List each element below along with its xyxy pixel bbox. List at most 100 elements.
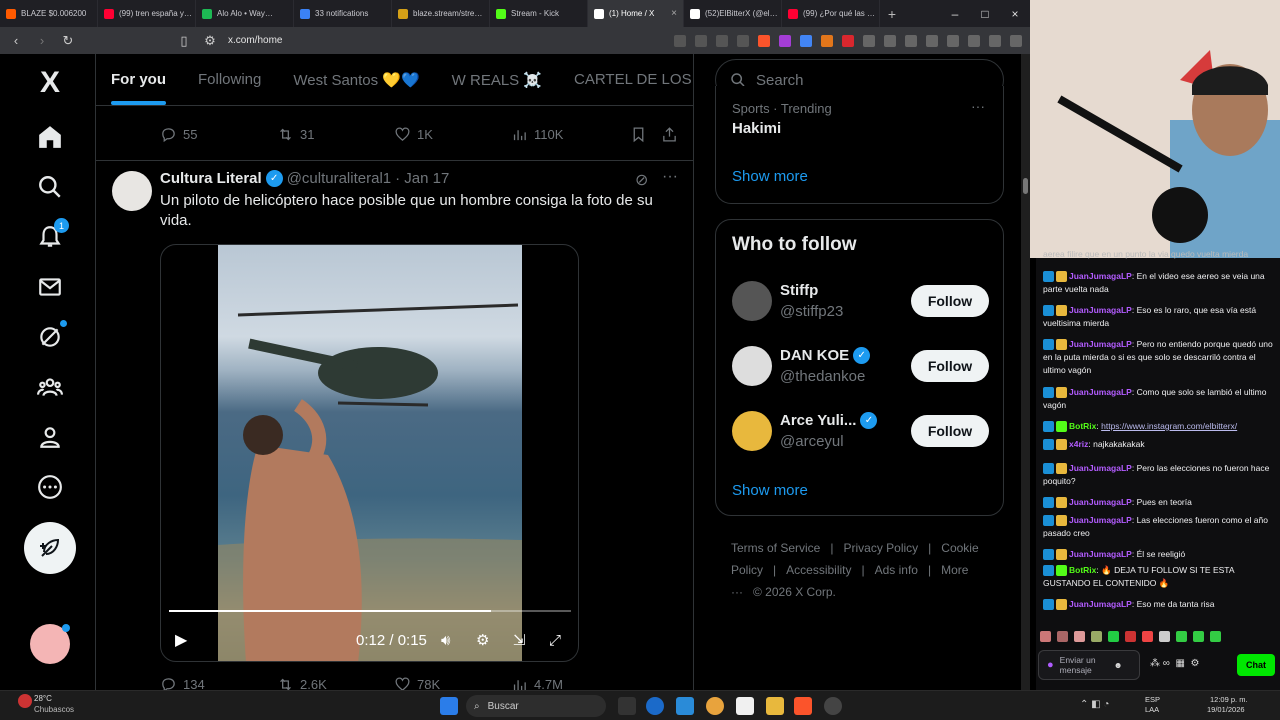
trend-more-icon[interactable]: ··· — [971, 98, 985, 114]
suggestion-name[interactable]: Arce Yuli... — [780, 412, 856, 429]
follow-button[interactable]: Follow — [911, 415, 989, 447]
close-window-button[interactable]: × — [1000, 7, 1030, 21]
home-icon[interactable] — [33, 120, 67, 154]
tab-close-icon[interactable]: × — [671, 8, 677, 19]
chat-username[interactable]: JuanJumagaLP — [1069, 339, 1132, 349]
back-icon[interactable]: ‹ — [8, 33, 24, 48]
messages-envelope-icon[interactable] — [33, 270, 67, 304]
new-tab-button[interactable]: + — [880, 6, 904, 22]
footer-link[interactable]: Privacy Policy — [843, 541, 918, 555]
chat-username[interactable]: BotRix — [1069, 565, 1096, 575]
task-view-icon[interactable] — [618, 697, 636, 715]
volume-icon[interactable]: 🔊︎ — [441, 632, 450, 649]
trend-title[interactable]: Hakimi — [732, 120, 781, 137]
tweet-card[interactable] — [96, 160, 693, 161]
keyboard-lang[interactable]: ESP — [1145, 695, 1160, 704]
browser-tab[interactable]: (99) tren españa y… — [98, 0, 196, 27]
emote-icon[interactable] — [1108, 631, 1119, 642]
browser-tab[interactable]: (1) Home / X × — [588, 0, 684, 27]
bookmark-icon[interactable] — [630, 126, 647, 143]
clock-time[interactable]: 12:09 p. m. — [1210, 695, 1248, 704]
sidebar-icon[interactable] — [926, 34, 938, 47]
translate-ext-icon[interactable] — [800, 34, 812, 47]
taskbar-search[interactable]: ⌕ Buscar — [466, 695, 606, 717]
share-icon[interactable] — [661, 126, 678, 143]
brave-rewards-icon[interactable] — [779, 34, 791, 47]
grok-icon[interactable] — [33, 320, 67, 354]
emoji-icon[interactable]: ☻ — [1114, 660, 1123, 670]
vpn-icon[interactable] — [989, 34, 1001, 47]
show-more-follow-link[interactable]: Show more — [732, 482, 808, 499]
emote-icon[interactable] — [1057, 631, 1068, 642]
browser-tab[interactable]: BLAZE $0.006200 — [0, 0, 98, 27]
translate-icon[interactable] — [674, 34, 686, 47]
cast-icon[interactable] — [716, 34, 728, 47]
tweet-video-player[interactable]: ▶ 0:12 / 0:15 🔊︎ ⚙ ⇲ ⤢ — [160, 244, 579, 662]
chat-username[interactable]: JuanJumagaLP — [1069, 549, 1132, 559]
start-windows-icon[interactable] — [440, 697, 458, 715]
timeline-tab[interactable]: Following — [198, 71, 261, 88]
suggestion-avatar[interactable] — [732, 281, 772, 321]
show-more-trends-link[interactable]: Show more — [732, 168, 808, 185]
zoom-icon[interactable] — [695, 34, 707, 47]
store-icon[interactable] — [676, 697, 694, 715]
repost-button[interactable]: 31 — [277, 126, 394, 143]
chat-message-input[interactable]: ● Enviar un mensaje ☻ — [1038, 650, 1140, 680]
file-explorer-icon[interactable] — [766, 697, 784, 715]
emote-icon[interactable] — [1176, 631, 1187, 642]
footer-link[interactable]: Terms of Service — [731, 541, 820, 555]
emote-icon[interactable] — [1040, 631, 1051, 642]
pip-icon[interactable]: ⇲ — [513, 631, 526, 649]
minimize-window-button[interactable]: – — [940, 7, 970, 21]
repost-button[interactable]: 2.6K — [277, 676, 394, 690]
fox-ext-icon[interactable] — [821, 34, 833, 47]
play-icon[interactable]: ▶ — [175, 630, 187, 650]
views-button[interactable]: 4.7M — [511, 676, 628, 690]
grok-explain-icon[interactable]: ⊘ — [635, 170, 648, 190]
timeline-tab[interactable]: W REALS ☠️ — [452, 71, 542, 89]
url-field[interactable]: x.com/home — [228, 35, 282, 46]
reload-icon[interactable]: ↻ — [60, 33, 76, 49]
browser-tab[interactable]: (52)ElBitterX (@el… — [684, 0, 782, 27]
chat-username[interactable]: JuanJumagaLP — [1069, 463, 1132, 473]
music-icon[interactable] — [905, 34, 917, 47]
emote-icon[interactable] — [1125, 631, 1136, 642]
profile-icon[interactable] — [33, 420, 67, 454]
chat-username[interactable]: JuanJumagaLP — [1069, 271, 1132, 281]
chat-username[interactable]: JuanJumagaLP — [1069, 515, 1132, 525]
puzzle-icon[interactable] — [863, 34, 875, 47]
suggestion-name[interactable]: DAN KOE — [780, 347, 849, 364]
footer-link[interactable]: Accessibility — [786, 563, 851, 577]
emote-icon[interactable] — [1210, 631, 1221, 642]
notifications-bell-icon[interactable]: 1 — [33, 218, 69, 254]
chat-username[interactable]: JuanJumagaLP — [1069, 305, 1132, 315]
footer-link[interactable]: © 2026 X Corp. — [753, 585, 836, 599]
weather-icon[interactable] — [18, 694, 32, 708]
explore-search-icon[interactable] — [33, 170, 67, 204]
x-logo-icon[interactable]: X — [33, 66, 67, 100]
chat-username[interactable]: BotRix — [1069, 421, 1096, 431]
compose-post-button[interactable] — [24, 522, 76, 574]
chat-send-button[interactable]: Chat — [1237, 654, 1275, 676]
views-button[interactable]: 110K — [511, 126, 628, 143]
like-button[interactable]: 1K — [394, 126, 511, 143]
clock-date[interactable]: 19/01/2026 — [1207, 705, 1245, 714]
follow-button[interactable]: Follow — [911, 350, 989, 382]
tweet-date[interactable]: · Jan 17 — [395, 170, 449, 187]
suggestion-name[interactable]: Stiffp — [780, 282, 818, 299]
edge-icon[interactable] — [646, 697, 664, 715]
chat-username[interactable]: JuanJumagaLP — [1069, 599, 1132, 609]
suggestion-avatar[interactable] — [732, 346, 772, 386]
tray-icons[interactable]: ⌃ ◧ ◔ — [1080, 699, 1109, 710]
maximize-window-button[interactable]: □ — [970, 7, 1000, 21]
reply-button[interactable]: 134 — [160, 676, 277, 690]
page-scrollbar[interactable] — [1021, 54, 1030, 690]
browser-tab[interactable]: Stream - Kick — [490, 0, 588, 27]
scrollbar-thumb[interactable] — [1023, 178, 1028, 194]
ai-icon[interactable] — [968, 34, 980, 47]
more-options-icon[interactable]: ··· — [662, 168, 678, 186]
forward-icon[interactable]: › — [34, 33, 50, 48]
video-seek-bar[interactable] — [169, 610, 571, 612]
browser-tab[interactable]: (99) ¿Por qué las … — [782, 0, 880, 27]
like-button[interactable]: 78K — [394, 676, 511, 690]
